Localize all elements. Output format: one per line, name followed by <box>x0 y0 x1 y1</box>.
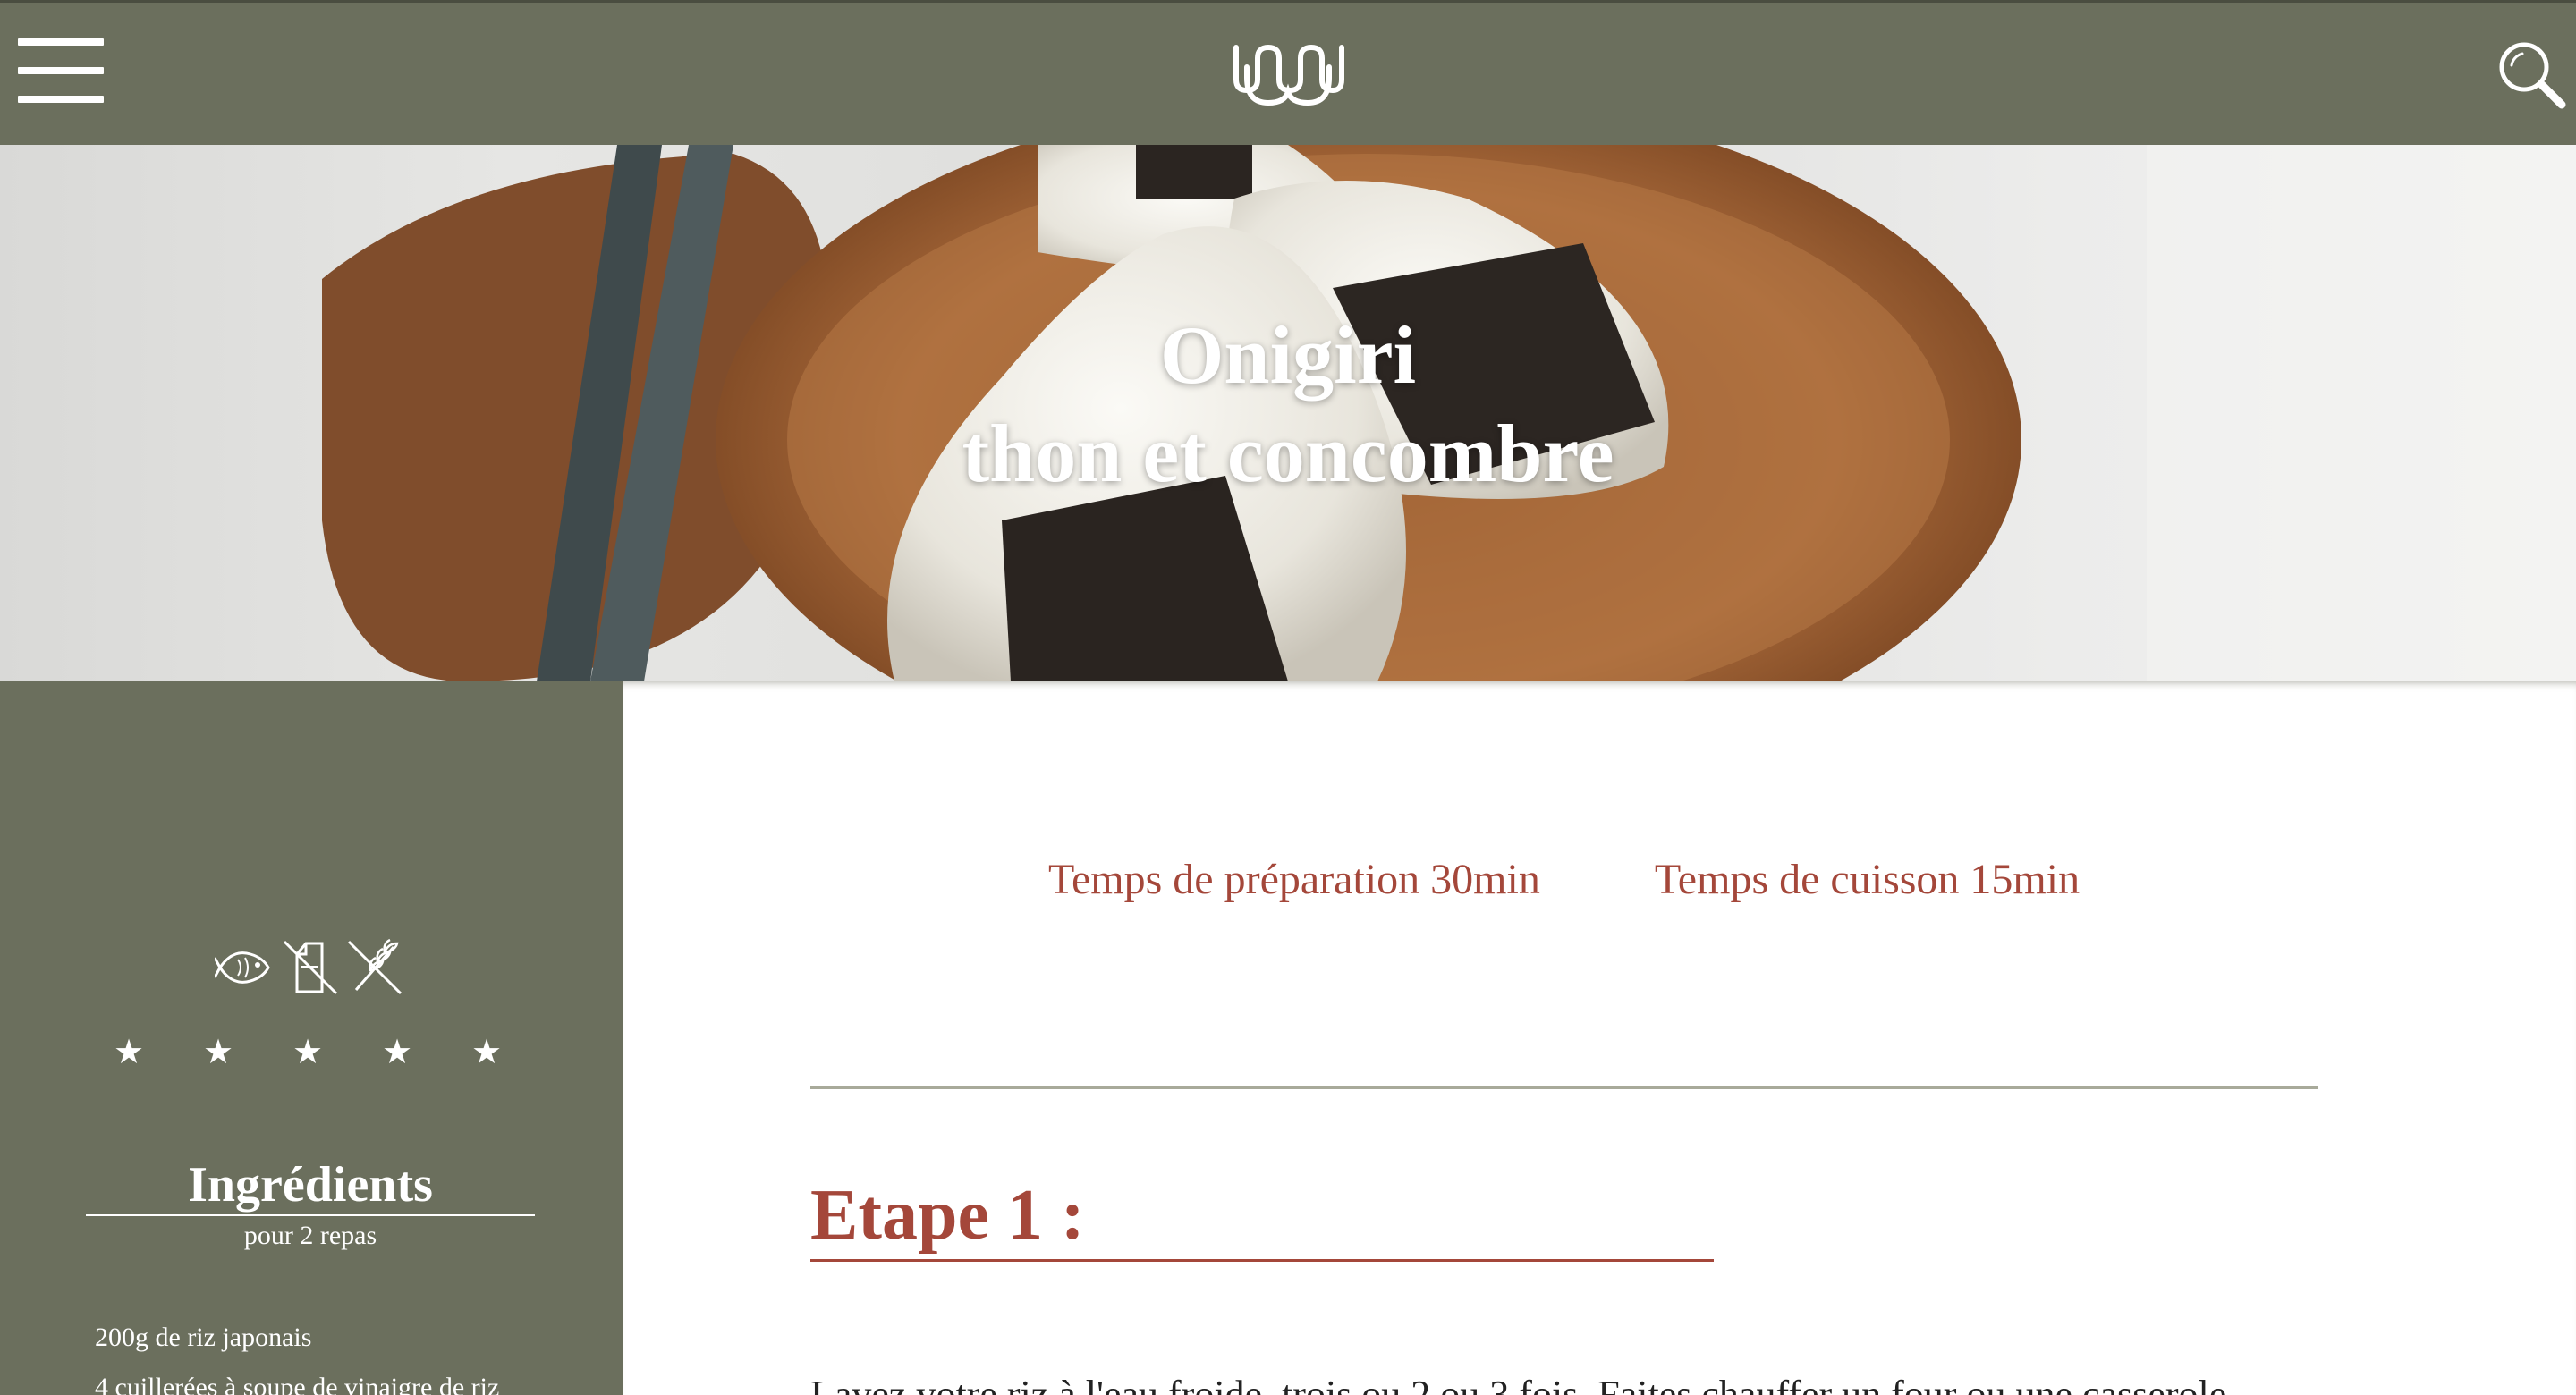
section-divider <box>810 1086 2318 1089</box>
diet-icons <box>215 936 408 999</box>
recipe-hero-banner: Onigiri thon et concombre <box>0 145 2576 681</box>
recipe-title-line2: thon et concombre <box>962 408 1614 499</box>
cook-time: Temps de cuisson 15min <box>1654 856 2080 903</box>
search-icon[interactable] <box>2496 38 2569 112</box>
ingredients-sidebar: ★ ★ ★ ★ ★ Ingrédients pour 2 repas 200g … <box>0 681 623 1395</box>
menu-line <box>18 67 104 74</box>
fish-icon <box>215 951 270 984</box>
top-navigation-bar <box>0 0 2576 145</box>
star-icon[interactable]: ★ <box>376 1030 419 1073</box>
menu-line <box>18 38 104 46</box>
recipe-times: Temps de préparation 30min Temps de cuiss… <box>1048 853 2080 907</box>
menu-line <box>18 96 104 103</box>
no-dairy-icon <box>283 940 338 995</box>
star-icon[interactable]: ★ <box>107 1030 150 1073</box>
recipe-title-line1: Onigiri <box>1159 309 1417 401</box>
ingredients-title: Ingrédients <box>86 1155 535 1216</box>
ingredient-item: 4 cuillerées à soupe de vinaigre de riz <box>95 1373 500 1395</box>
star-icon[interactable]: ★ <box>286 1030 329 1073</box>
step-title: Etape 1 : <box>810 1171 1714 1262</box>
ingredients-list: 200g de riz japonais 4 cuillerées à soup… <box>95 1313 614 1395</box>
brand-logo-icon[interactable] <box>1227 28 1349 117</box>
step-text: Lavez votre riz à l'eau froide, trois ou… <box>810 1373 2227 1395</box>
ingredients-servings: pour 2 repas <box>243 1221 377 1250</box>
star-icon[interactable]: ★ <box>197 1030 240 1073</box>
ingredient-item: 200g de riz japonais <box>95 1323 312 1352</box>
recipe-title: Onigiri thon et concombre <box>0 306 2576 503</box>
star-icon[interactable]: ★ <box>465 1030 508 1073</box>
gluten-free-icon <box>347 938 402 995</box>
prep-time: Temps de préparation 30min <box>1048 856 1540 903</box>
recipe-main-content: Temps de préparation 30min Temps de cuiss… <box>623 681 2576 1395</box>
rating-stars: ★ ★ ★ ★ ★ <box>107 1030 519 1075</box>
hamburger-menu-icon[interactable] <box>18 38 104 105</box>
